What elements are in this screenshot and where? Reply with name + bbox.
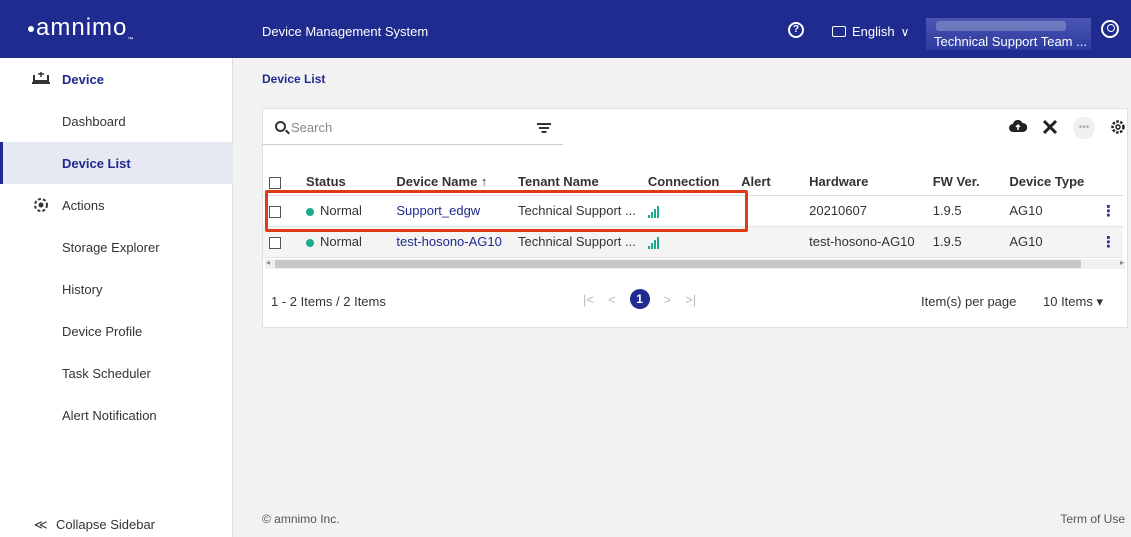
sidebar-item-alert-notification[interactable]: Alert Notification <box>0 394 233 436</box>
hardware-cell: 20210607 <box>803 195 927 227</box>
scroll-right-icon[interactable]: ▸ <box>1120 258 1124 267</box>
device-table: Status Device Name ↑ Tenant Name Connect… <box>263 169 1123 258</box>
fw-cell: 1.9.5 <box>926 195 1004 227</box>
settings-gear-icon[interactable] <box>1109 119 1127 137</box>
sidebar-item-storage-explorer[interactable]: Storage Explorer <box>0 226 233 268</box>
language-label: English <box>852 24 895 39</box>
page-button-current[interactable]: 1 <box>629 289 650 309</box>
sidebar-item-device-profile[interactable]: Device Profile <box>0 310 233 352</box>
tools-icon[interactable] <box>1041 119 1059 137</box>
sidebar-item-task-scheduler[interactable]: Task Scheduler <box>0 352 233 394</box>
top-bar: amnimo™ Device Management System ? Engli… <box>0 0 1131 58</box>
fw-cell: 1.9.5 <box>926 226 1004 258</box>
pagination: |< < 1 > >| <box>583 289 696 309</box>
column-hardware[interactable]: Hardware <box>803 169 927 196</box>
status-cell: Normal <box>300 226 391 258</box>
status-cell: Normal <box>300 195 391 227</box>
app-title: Device Management System <box>262 24 429 39</box>
row-checkbox[interactable] <box>269 236 281 249</box>
column-connection[interactable]: Connection <box>641 169 736 196</box>
column-status[interactable]: Status <box>300 169 391 196</box>
per-page-select[interactable]: 10 Items ▾ <box>1043 294 1103 310</box>
device-type-cell: AG10 <box>1003 195 1095 227</box>
sidebar-item-device-list[interactable]: Device List <box>0 142 233 184</box>
gear-actions-icon <box>32 197 50 213</box>
toolbar: ••• <box>1009 117 1127 139</box>
select-all-checkbox[interactable] <box>269 176 281 189</box>
table-header-row: Status Device Name ↑ Tenant Name Connect… <box>263 169 1123 196</box>
chevron-down-icon: ∨ <box>900 24 910 39</box>
column-device-name[interactable]: Device Name ↑ <box>390 169 513 196</box>
team-selector[interactable]: Technical Support Team ... <box>926 18 1091 50</box>
user-account-icon[interactable] <box>1101 20 1119 38</box>
next-page-icon[interactable]: > <box>664 292 672 307</box>
scrollbar-thumb[interactable] <box>275 260 1081 268</box>
table-row[interactable]: Normal test-hosono-AG10 Technical Suppor… <box>263 226 1123 258</box>
column-tenant-name[interactable]: Tenant Name <box>512 169 642 196</box>
team-label: Technical Support Team ... <box>934 34 1087 49</box>
status-dot-icon <box>306 207 315 216</box>
horizontal-scrollbar[interactable]: ◂ ▸ <box>265 258 1125 269</box>
connection-cell <box>641 195 736 227</box>
filter-icon[interactable] <box>537 123 551 133</box>
connection-cell <box>641 226 736 258</box>
search-icon <box>275 121 286 132</box>
status-dot-icon <box>306 238 315 247</box>
scroll-left-icon[interactable]: ◂ <box>266 258 270 267</box>
signal-strength-icon <box>647 236 659 249</box>
collapse-sidebar-button[interactable]: ≪ Collapse Sidebar <box>0 512 233 537</box>
signal-strength-icon <box>647 205 659 218</box>
help-icon[interactable]: ? <box>788 22 804 38</box>
language-selector[interactable]: English ∨ <box>832 24 909 39</box>
double-chevron-left-icon: ≪ <box>34 516 48 532</box>
device-name-link[interactable]: Support_edgw <box>396 203 480 218</box>
tenant-cell: Technical Support ... <box>512 195 642 227</box>
first-page-icon[interactable]: |< <box>583 292 594 307</box>
sidebar-item-actions[interactable]: Actions <box>0 184 233 226</box>
caret-down-icon: ▾ <box>1096 294 1104 309</box>
column-alert[interactable]: Alert <box>735 169 804 196</box>
column-fw-ver[interactable]: FW Ver. <box>926 169 1004 196</box>
hardware-cell: test-hosono-AG10 <box>803 226 927 258</box>
cloud-upload-icon[interactable] <box>1009 119 1028 137</box>
sidebar-item-dashboard[interactable]: Dashboard <box>0 100 233 142</box>
language-icon <box>832 26 846 37</box>
device-list-card: ••• Status Device Name ↑ Tenant Name Con… <box>262 108 1128 328</box>
row-menu-icon[interactable]: ⋮ <box>1101 203 1116 220</box>
device-icon <box>32 71 50 87</box>
alert-cell <box>735 226 804 258</box>
terms-link[interactable]: Term of Use <box>1060 512 1125 526</box>
device-name-link[interactable]: test-hosono-AG10 <box>396 234 502 249</box>
search-bar <box>263 109 563 145</box>
per-page-label: Item(s) per page <box>921 294 1017 309</box>
search-input[interactable] <box>291 118 491 136</box>
prev-page-icon[interactable]: < <box>608 292 616 307</box>
sidebar-item-device[interactable]: Device <box>0 58 233 100</box>
breadcrumb[interactable]: Device List <box>262 72 325 86</box>
copyright: © amnimo Inc. <box>262 512 340 526</box>
tenant-cell: Technical Support ... <box>512 226 642 258</box>
more-options-icon[interactable]: ••• <box>1073 117 1095 139</box>
alert-cell <box>735 195 804 227</box>
item-count: 1 - 2 Items / 2 Items <box>271 294 386 309</box>
row-checkbox[interactable] <box>269 205 281 218</box>
sidebar-item-history[interactable]: History <box>0 268 233 310</box>
device-type-cell: AG10 <box>1003 226 1095 258</box>
last-page-icon[interactable]: >| <box>685 292 696 307</box>
amnimo-logo[interactable]: amnimo™ <box>28 14 134 43</box>
row-menu-icon[interactable]: ⋮ <box>1101 234 1116 251</box>
table-row[interactable]: Normal Support_edgw Technical Support ..… <box>263 195 1123 227</box>
column-device-type[interactable]: Device Type <box>1003 169 1095 196</box>
sidebar: Device Dashboard Device List Actions Sto… <box>0 58 233 537</box>
